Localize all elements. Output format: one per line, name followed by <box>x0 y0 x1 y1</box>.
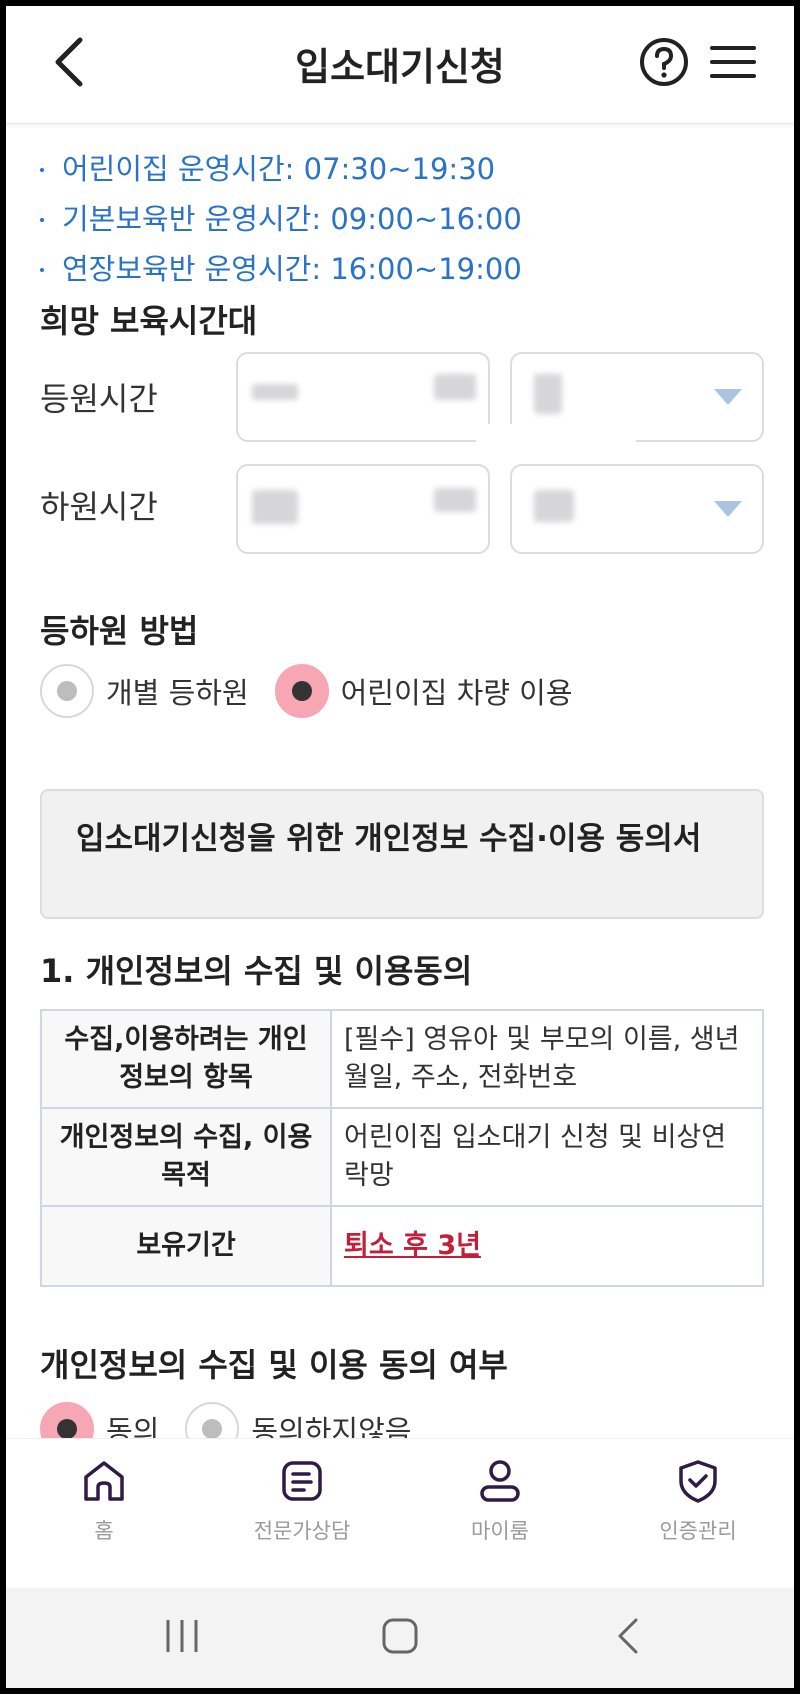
radio-dot <box>57 681 77 701</box>
radio-individual-commute[interactable] <box>40 664 94 718</box>
dropdown-arrow-icon <box>714 389 742 405</box>
departure-hour-select[interactable] <box>236 464 490 554</box>
table-row: 보유기간 퇴소 후 3년 <box>40 1205 764 1287</box>
question-circle-icon <box>640 38 688 86</box>
radio-label[interactable]: 동의 <box>106 1408 159 1438</box>
nav-home[interactable]: 홈 <box>24 1457 184 1545</box>
hours-info-item: 어린이집 운영시간: 07:30~19:30 <box>36 144 522 194</box>
preferred-time-title: 희망 보육시간대 <box>40 302 258 340</box>
shield-check-icon <box>679 1460 717 1503</box>
table-cell: 퇴소 후 3년 <box>330 1205 764 1287</box>
commute-method-title: 등하원 방법 <box>40 612 199 650</box>
nav-my-room[interactable]: 마이룸 <box>420 1457 580 1545</box>
personal-info-table: 수집,이용하려는 개인정보의 항목 [필수] 영유아 및 부모의 이름, 생년월… <box>40 1009 764 1287</box>
table-header-cell: 보유기간 <box>40 1205 332 1287</box>
radio-agree[interactable] <box>40 1402 94 1438</box>
consent-section-title: 1. 개인정보의 수집 및 이용동의 <box>40 952 473 990</box>
consent-agree-title: 개인정보의 수집 및 이용 동의 여부 <box>40 1346 508 1384</box>
redacted-value <box>252 490 298 524</box>
table-cell: 어린이집 입소대기 신청 및 비상연락망 <box>330 1107 764 1207</box>
hamburger-menu-icon <box>710 46 756 78</box>
radio-dot <box>202 1419 223 1438</box>
table-cell: [필수] 영유아 및 부모의 이름, 생년월일, 주소, 전화번호 <box>330 1009 764 1109</box>
arrival-hour-select[interactable] <box>236 352 490 442</box>
nav-auth-management[interactable]: 인증관리 <box>618 1457 778 1545</box>
redacted-value <box>252 384 298 400</box>
nav-label: 홈 <box>94 1519 114 1543</box>
radio-dot <box>291 681 312 701</box>
radio-label[interactable]: 동의하지않음 <box>251 1408 411 1438</box>
retention-period: 퇴소 후 3년 <box>344 1230 481 1261</box>
nav-label: 전문가상담 <box>253 1519 351 1543</box>
person-icon <box>480 1460 520 1502</box>
redacted-value <box>534 374 562 414</box>
radio-disagree[interactable] <box>185 1402 240 1438</box>
table-header-cell: 개인정보의 수집, 이용목적 <box>40 1107 332 1207</box>
table-row: 수집,이용하려는 개인정보의 항목 [필수] 영유아 및 부모의 이름, 생년월… <box>40 1009 764 1109</box>
menu-button[interactable] <box>708 40 758 84</box>
consent-form-header: 입소대기신청을 위한 개인정보 수집·이용 동의서 <box>40 789 764 919</box>
system-nav-bar <box>6 1588 794 1688</box>
bottom-nav: 홈 전문가상담 마이룸 인증관리 <box>6 1438 794 1588</box>
home-square-icon <box>382 1618 418 1654</box>
nav-expert-consult[interactable]: 전문가상담 <box>222 1457 382 1545</box>
redacted-value <box>534 490 574 522</box>
form-content[interactable]: 어린이집 운영시간: 07:30~19:30 기본보육반 운영시간: 09:00… <box>6 124 794 1438</box>
recent-apps-button[interactable] <box>162 1616 202 1660</box>
chevron-left-icon <box>618 1618 638 1654</box>
radio-label[interactable]: 개별 등하원 <box>106 670 249 712</box>
app-screen: 입소대기신청 어린이집 운영시간: 07:30~19:30 기본보육반 운영시간… <box>6 6 794 1688</box>
table-row: 개인정보의 수집, 이용목적 어린이집 입소대기 신청 및 비상연락망 <box>40 1107 764 1207</box>
redacted-value <box>434 374 476 400</box>
consent-agree-options: 동의 동의하지않음 <box>40 1402 437 1438</box>
table-header-cell: 수집,이용하려는 개인정보의 항목 <box>40 1009 332 1109</box>
dropdown-arrow-icon <box>714 501 742 517</box>
departure-minute-select[interactable] <box>510 464 764 554</box>
radio-label[interactable]: 어린이집 차량 이용 <box>341 670 573 712</box>
arrival-time-label: 등원시간 <box>40 380 158 418</box>
nav-label: 마이룸 <box>471 1519 529 1543</box>
home-system-button[interactable] <box>380 1616 420 1660</box>
departure-time-label: 하원시간 <box>40 488 158 526</box>
back-system-button[interactable] <box>608 1616 648 1660</box>
radio-dot <box>57 1419 77 1438</box>
hours-info-item: 연장보육반 운영시간: 16:00~19:00 <box>36 244 522 294</box>
radio-daycare-vehicle[interactable] <box>274 664 329 718</box>
hours-info-item: 기본보육반 운영시간: 09:00~16:00 <box>36 194 522 244</box>
nav-label: 인증관리 <box>659 1519 737 1543</box>
help-button[interactable] <box>638 36 690 88</box>
consent-form-title: 입소대기신청을 위한 개인정보 수집·이용 동의서 <box>76 821 702 857</box>
home-icon <box>84 1461 124 1501</box>
app-header: 입소대기신청 <box>6 6 794 124</box>
redacted-value <box>434 488 476 512</box>
commute-method-options: 개별 등하원 어린이집 차량 이용 <box>40 664 599 718</box>
recent-apps-icon <box>166 1620 198 1652</box>
hours-info-list: 어린이집 운영시간: 07:30~19:30 기본보육반 운영시간: 09:00… <box>36 144 522 294</box>
document-icon <box>282 1461 322 1501</box>
